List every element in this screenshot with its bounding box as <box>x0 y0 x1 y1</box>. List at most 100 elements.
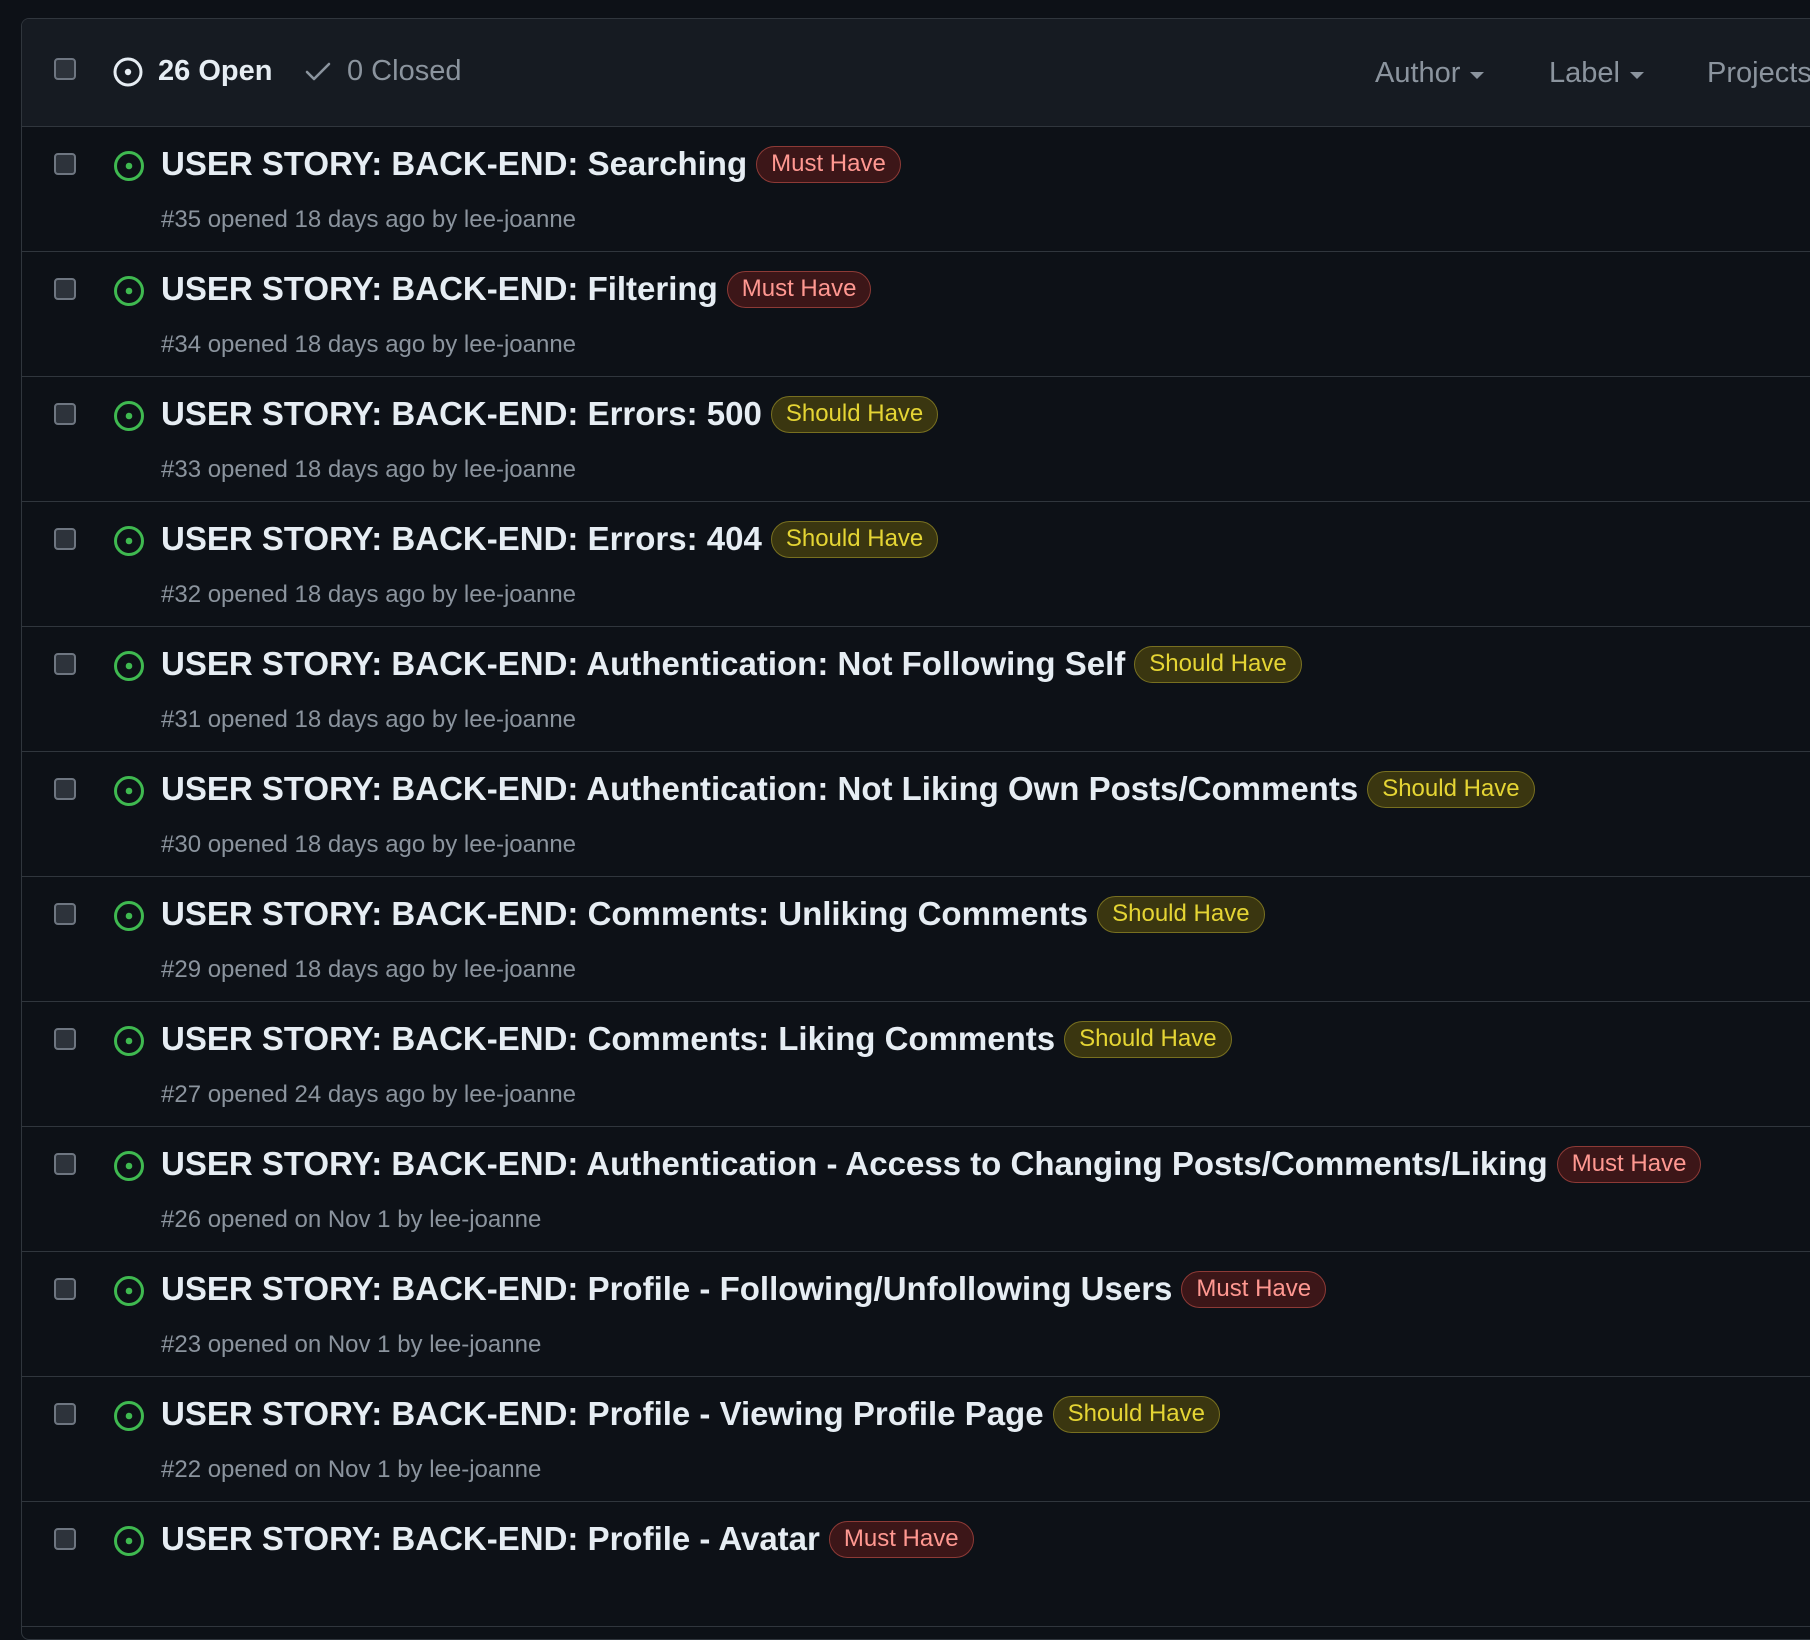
issue-label-badge[interactable]: Must Have <box>1556 1145 1702 1183</box>
issues-list-panel: 26 Open 0 Closed Author Label Projects U… <box>21 18 1810 1640</box>
issue-row[interactable]: USER STORY: BACK-END: Profile - Avatar M… <box>22 1502 1810 1627</box>
issue-title-line: USER STORY: BACK-END: Comments: Liking C… <box>161 1020 1232 1058</box>
issue-checkbox[interactable] <box>54 903 76 925</box>
issue-title-line: USER STORY: BACK-END: Comments: Unliking… <box>161 895 1265 933</box>
issue-checkbox[interactable] <box>54 278 76 300</box>
issue-title-link[interactable]: USER STORY: BACK-END: Comments: Unliking… <box>161 895 1088 933</box>
issue-title-link[interactable]: USER STORY: BACK-END: Authentication - A… <box>161 1145 1548 1183</box>
issue-title-line: USER STORY: BACK-END: Searching Must Hav… <box>161 145 901 183</box>
issue-row[interactable]: USER STORY: BACK-END: Profile - Viewing … <box>22 1377 1810 1502</box>
issue-opened-icon <box>114 776 144 806</box>
issue-opened-icon <box>114 1026 144 1056</box>
issue-rows: USER STORY: BACK-END: Searching Must Hav… <box>22 127 1810 1627</box>
issue-meta: #31 opened 18 days ago by lee-joanne <box>161 706 577 733</box>
issue-checkbox[interactable] <box>54 1028 76 1050</box>
issue-label-badge[interactable]: Should Have <box>770 520 939 558</box>
issue-opened-icon <box>114 1401 144 1431</box>
issue-title-line: USER STORY: BACK-END: Filtering Must Hav… <box>161 270 872 308</box>
issue-opened-icon <box>114 1276 144 1306</box>
issue-row[interactable]: USER STORY: BACK-END: Errors: 404 Should… <box>22 502 1810 627</box>
issue-checkbox[interactable] <box>54 1153 76 1175</box>
issue-row[interactable]: USER STORY: BACK-END: Comments: Liking C… <box>22 1002 1810 1127</box>
select-all-checkbox[interactable] <box>54 58 76 80</box>
chevron-down-icon <box>1629 72 1644 79</box>
closed-count-label: 0 Closed <box>347 55 462 87</box>
projects-filter[interactable]: Projects <box>1707 57 1810 90</box>
issue-label-badge[interactable]: Must Have <box>1181 1270 1327 1308</box>
issue-row[interactable]: USER STORY: BACK-END: Authentication: No… <box>22 752 1810 877</box>
issue-title-line: USER STORY: BACK-END: Profile - Avatar M… <box>161 1520 974 1558</box>
label-filter[interactable]: Label <box>1549 57 1644 90</box>
issue-title-line: USER STORY: BACK-END: Authentication - A… <box>161 1145 1702 1183</box>
issue-row[interactable]: USER STORY: BACK-END: Errors: 500 Should… <box>22 377 1810 502</box>
issue-title-line: USER STORY: BACK-END: Profile - Viewing … <box>161 1395 1221 1433</box>
issue-title-link[interactable]: USER STORY: BACK-END: Profile - Viewing … <box>161 1395 1044 1433</box>
issue-label-badge[interactable]: Should Have <box>1097 895 1265 933</box>
issue-row[interactable]: USER STORY: BACK-END: Filtering Must Hav… <box>22 252 1810 377</box>
issue-meta: #35 opened 18 days ago by lee-joanne <box>161 206 577 233</box>
issue-meta: #32 opened 18 days ago by lee-joanne <box>161 581 577 608</box>
issue-label-badge[interactable]: Should Have <box>1134 645 1302 683</box>
author-filter-label: Author <box>1375 57 1461 89</box>
issue-row[interactable]: USER STORY: BACK-END: Authentication - A… <box>22 1127 1810 1252</box>
issue-row[interactable]: USER STORY: BACK-END: Authentication: No… <box>22 627 1810 752</box>
chevron-down-icon <box>1470 72 1485 79</box>
issue-checkbox[interactable] <box>54 1278 76 1300</box>
issue-label-badge[interactable]: Must Have <box>726 270 872 308</box>
author-filter[interactable]: Author <box>1375 57 1485 90</box>
issue-title-link[interactable]: USER STORY: BACK-END: Comments: Liking C… <box>161 1020 1055 1058</box>
issue-label-badge[interactable]: Must Have <box>828 1520 974 1558</box>
closed-issues-tab[interactable]: 0 Closed <box>305 55 461 88</box>
issue-meta: #33 opened 18 days ago by lee-joanne <box>161 456 577 483</box>
issue-meta: #34 opened 18 days ago by lee-joanne <box>161 331 577 358</box>
issue-checkbox[interactable] <box>54 1528 76 1550</box>
issue-opened-icon <box>113 57 143 86</box>
projects-filter-label: Projects <box>1707 57 1810 89</box>
issue-opened-icon <box>114 1526 144 1556</box>
issue-checkbox[interactable] <box>54 778 76 800</box>
issue-checkbox[interactable] <box>54 528 76 550</box>
issue-opened-icon <box>114 526 144 556</box>
issue-label-badge[interactable]: Should Have <box>770 395 939 433</box>
issue-checkbox[interactable] <box>54 1403 76 1425</box>
open-issues-tab[interactable]: 26 Open <box>112 55 272 88</box>
issue-title-link[interactable]: USER STORY: BACK-END: Filtering <box>161 270 718 308</box>
issue-title-line: USER STORY: BACK-END: Authentication: No… <box>161 645 1302 683</box>
issue-checkbox[interactable] <box>54 653 76 675</box>
issue-title-link[interactable]: USER STORY: BACK-END: Searching <box>161 145 747 183</box>
issue-title-line: USER STORY: BACK-END: Errors: 404 Should… <box>161 520 939 558</box>
issue-opened-icon <box>114 1151 144 1181</box>
label-filter-label: Label <box>1549 57 1620 89</box>
issue-checkbox[interactable] <box>54 153 76 175</box>
issue-title-line: USER STORY: BACK-END: Errors: 500 Should… <box>161 395 939 433</box>
issue-label-badge[interactable]: Should Have <box>1052 1395 1221 1433</box>
issue-label-badge[interactable]: Should Have <box>1064 1020 1232 1058</box>
issue-row[interactable]: USER STORY: BACK-END: Profile - Followin… <box>22 1252 1810 1377</box>
issue-opened-icon <box>114 901 144 931</box>
issue-opened-icon <box>114 151 144 181</box>
issue-label-badge[interactable]: Must Have <box>756 145 901 183</box>
open-count-label: 26 Open <box>158 55 273 87</box>
issue-opened-icon <box>114 651 144 681</box>
issue-title-line: USER STORY: BACK-END: Profile - Followin… <box>161 1270 1327 1308</box>
issue-row[interactable]: USER STORY: BACK-END: Searching Must Hav… <box>22 127 1810 252</box>
issue-title-line: USER STORY: BACK-END: Authentication: No… <box>161 770 1535 808</box>
issue-title-link[interactable]: USER STORY: BACK-END: Authentication: No… <box>161 645 1125 683</box>
issue-opened-icon <box>114 276 144 306</box>
issue-title-link[interactable]: USER STORY: BACK-END: Authentication: No… <box>161 770 1358 808</box>
check-icon <box>305 62 331 80</box>
issue-meta: #29 opened 18 days ago by lee-joanne <box>161 956 577 983</box>
issue-meta: #27 opened 24 days ago by lee-joanne <box>161 1081 577 1108</box>
issue-row[interactable]: USER STORY: BACK-END: Comments: Unliking… <box>22 877 1810 1002</box>
issue-meta: #22 opened on Nov 1 by lee-joanne <box>161 1456 542 1483</box>
issue-meta: #23 opened on Nov 1 by lee-joanne <box>161 1331 542 1358</box>
issues-list-header: 26 Open 0 Closed Author Label Projects <box>22 19 1810 127</box>
issue-title-link[interactable]: USER STORY: BACK-END: Profile - Followin… <box>161 1270 1172 1308</box>
issue-title-link[interactable]: USER STORY: BACK-END: Errors: 404 <box>161 520 762 558</box>
issue-meta: #30 opened 18 days ago by lee-joanne <box>161 831 577 858</box>
issue-title-link[interactable]: USER STORY: BACK-END: Profile - Avatar <box>161 1520 820 1558</box>
issue-label-badge[interactable]: Should Have <box>1367 770 1535 808</box>
issue-meta: #26 opened on Nov 1 by lee-joanne <box>161 1206 542 1233</box>
issue-checkbox[interactable] <box>54 403 76 425</box>
issue-title-link[interactable]: USER STORY: BACK-END: Errors: 500 <box>161 395 762 433</box>
